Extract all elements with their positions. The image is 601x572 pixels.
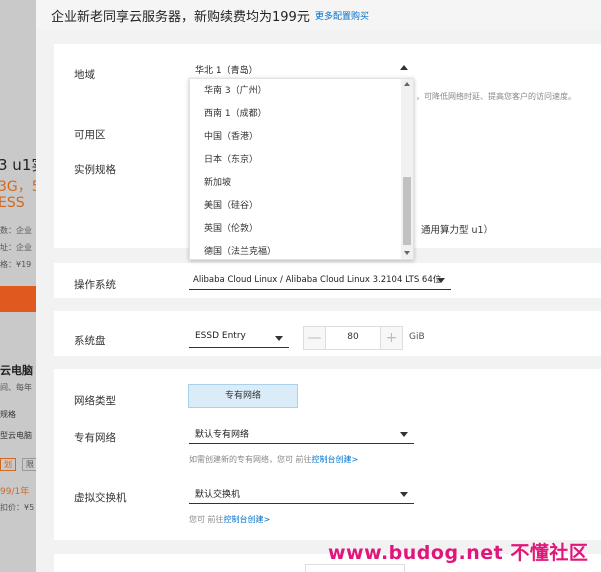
network-type-label: 网络类型 xyxy=(74,395,116,407)
region-dropdown-list: 华南 3（广州） 西南 1（成都） 中国（香港） 日本（东京） 新加坡 美国（硅… xyxy=(189,78,414,260)
increment-button[interactable]: + xyxy=(380,327,402,349)
decrement-button[interactable]: — xyxy=(304,327,326,349)
chevron-down-icon xyxy=(275,336,283,341)
region-option[interactable]: 华南 3（广州） xyxy=(204,83,267,96)
disk-unit: GiB xyxy=(409,332,425,342)
promo-header: 企业新老同享云服务器，新购续费均为199元 更多配置购买 xyxy=(36,0,601,30)
os-label: 操作系统 xyxy=(74,279,116,291)
bg-heading: 3 u1实 xyxy=(0,156,36,174)
vpc-hint: 如需创建新的专有网络，您可 前往控制台创建> xyxy=(189,454,358,465)
os-select[interactable]: Alibaba Cloud Linux / Alibaba Cloud Linu… xyxy=(189,270,451,290)
disk-size-value[interactable]: 80 xyxy=(326,332,380,342)
bg-discount: 扣价：¥5 xyxy=(0,503,35,512)
scroll-down-icon[interactable] xyxy=(404,251,410,255)
bg-disk: ESS xyxy=(0,195,25,211)
vswitch-hint: 您可 前往控制台创建> xyxy=(189,514,270,525)
chevron-down-icon xyxy=(400,432,408,437)
watermark: www.budog.net 不懂社区 xyxy=(328,542,589,564)
vpc-select[interactable]: 默认专有网络 xyxy=(189,424,414,444)
disk-label: 系统盘 xyxy=(74,335,106,347)
vswitch-label: 虚拟交换机 xyxy=(74,492,127,504)
bg-row: 数：企业 xyxy=(0,226,32,235)
region-option[interactable]: 德国（法兰克福） xyxy=(204,244,276,257)
chevron-down-icon xyxy=(400,492,408,497)
instance-type-text: 通用算力型 u1） xyxy=(421,225,494,236)
vswitch-console-link[interactable]: 控制台创建> xyxy=(224,515,271,524)
vpc-label: 专有网络 xyxy=(74,432,116,444)
section-separator xyxy=(36,356,601,369)
vpc-option-button[interactable]: 专有网络 xyxy=(188,384,298,408)
bg-row: 型云电脑 xyxy=(0,431,32,440)
region-list-scrollbar[interactable] xyxy=(401,79,413,259)
disk-type-value: ESSD Entry xyxy=(195,331,246,341)
scroll-thumb[interactable] xyxy=(403,177,411,245)
background-panel: 3 u1实 3G，5 ESS 数：企业 址：企业 格：¥19 云电脑 间、每年 … xyxy=(0,0,36,572)
disk-type-select[interactable]: ESSD Entry xyxy=(189,328,289,348)
bg-tag: 限 xyxy=(22,458,36,471)
more-config-link[interactable]: 更多配置购买 xyxy=(315,9,369,22)
os-selected-value: Alibaba Cloud Linux / Alibaba Cloud Linu… xyxy=(193,275,442,285)
region-selected-value: 华北 1（青岛） xyxy=(195,66,258,76)
bg-buy-bar xyxy=(0,286,36,312)
region-option[interactable]: 新加坡 xyxy=(204,175,231,188)
vswitch-hint-text: 您可 前往 xyxy=(189,515,224,524)
region-option[interactable]: 英国（伦敦） xyxy=(204,221,258,234)
vpc-selected-value: 默认专有网络 xyxy=(195,430,250,440)
region-option[interactable]: 日本（东京） xyxy=(204,152,258,165)
bg-tag: 划 xyxy=(0,458,16,471)
bg-row: 间、每年 xyxy=(0,383,32,392)
section-separator xyxy=(36,298,601,311)
page-title: 企业新老同享云服务器，新购续费均为199元 xyxy=(51,10,310,25)
region-label: 地域 xyxy=(74,69,95,81)
region-option[interactable]: 西南 1（成都） xyxy=(204,106,267,119)
region-hint: ，可降低网络时延、提高您客户的访问速度。 xyxy=(416,92,576,101)
region-option[interactable]: 美国（硅谷） xyxy=(204,198,258,211)
bg-row: 规格 xyxy=(0,410,16,419)
vpc-console-link[interactable]: 控制台创建> xyxy=(312,455,359,464)
chevron-up-icon xyxy=(400,65,408,70)
region-option[interactable]: 中国（香港） xyxy=(204,129,258,142)
chevron-down-icon xyxy=(437,278,445,283)
bg-row: 格：¥19 xyxy=(0,260,32,269)
disk-size-stepper[interactable]: — 80 + xyxy=(303,326,403,350)
vswitch-select[interactable]: 默认交换机 xyxy=(189,484,414,504)
section-separator xyxy=(36,30,601,44)
bg-spec: 3G，5 xyxy=(0,179,36,195)
region-select[interactable]: 华北 1（青岛） xyxy=(189,60,414,80)
vpc-hint-text: 如需创建新的专有网络，您可 前往 xyxy=(189,455,312,464)
vswitch-selected-value: 默认交换机 xyxy=(195,490,241,500)
instance-label: 实例规格 xyxy=(74,164,116,176)
bg-row: 址：企业 xyxy=(0,243,32,252)
next-field-stepper[interactable] xyxy=(305,564,405,572)
zone-label: 可用区 xyxy=(74,129,106,141)
bg-section-title: 云电脑 xyxy=(0,364,33,377)
scroll-up-icon[interactable] xyxy=(404,82,410,86)
bg-price: 99/1年 xyxy=(0,487,30,497)
